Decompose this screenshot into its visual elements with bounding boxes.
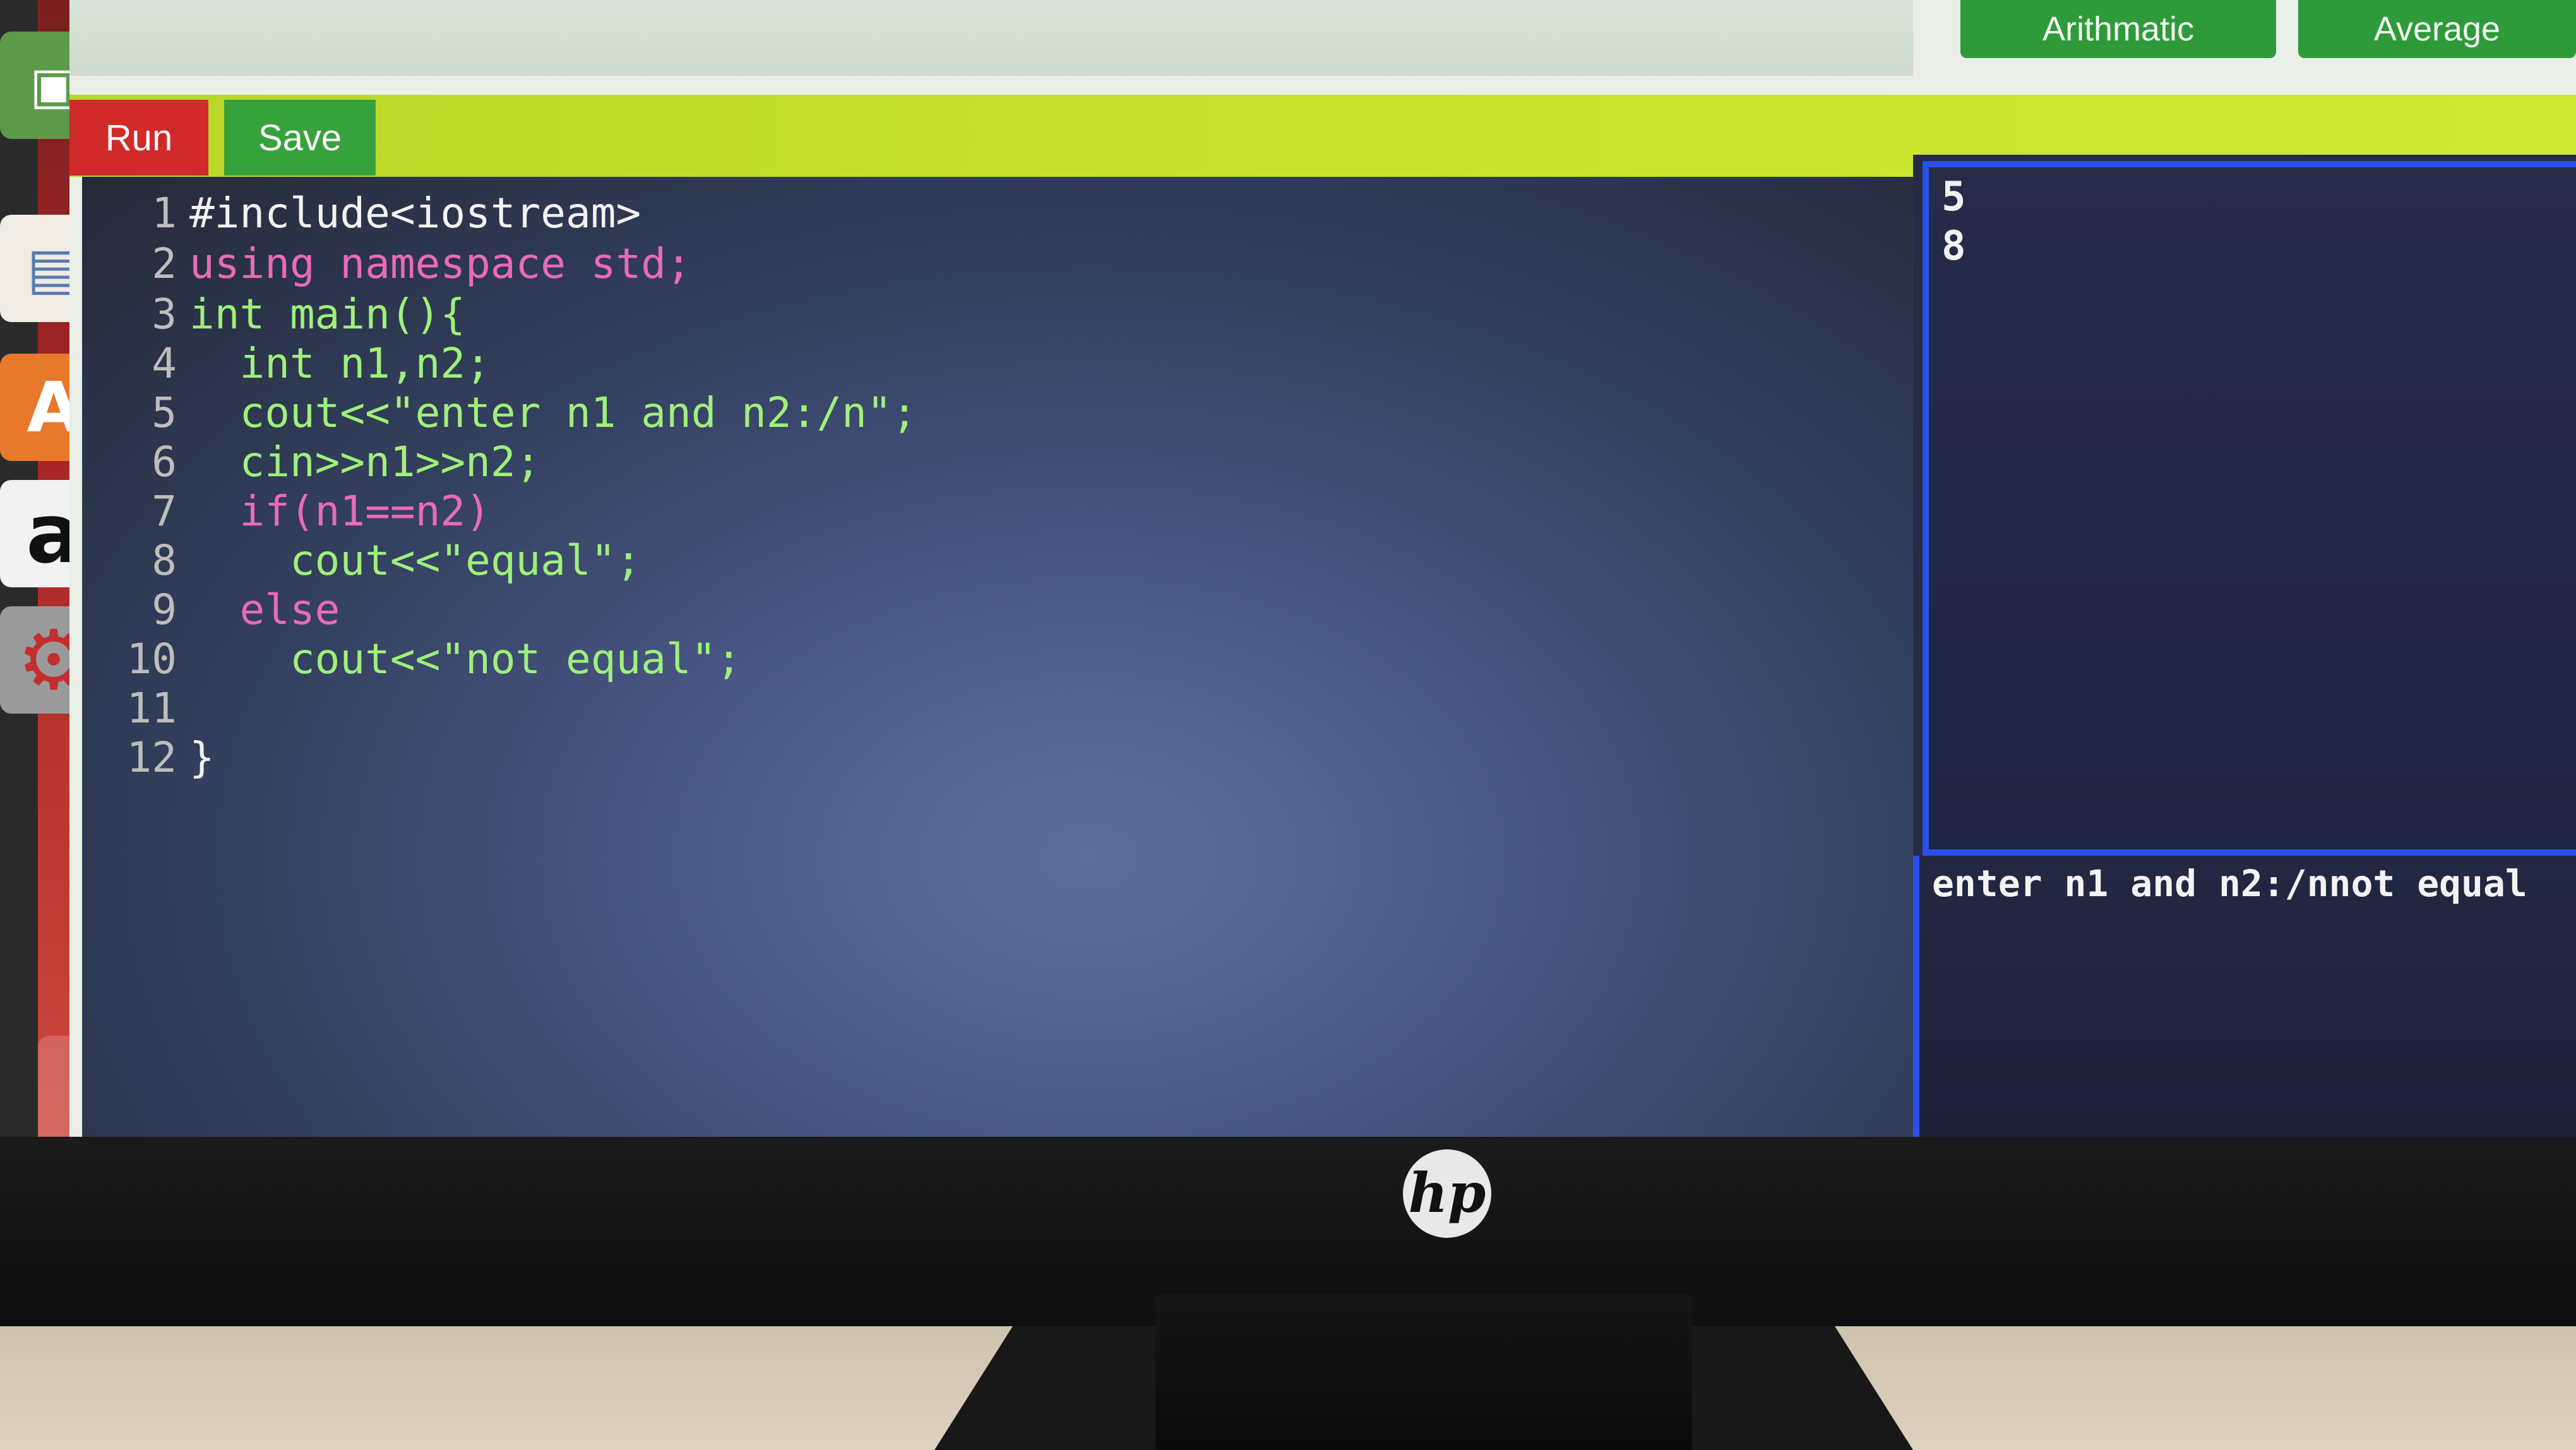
output-text: enter n1 and n2:/nnot equal — [1932, 862, 2527, 905]
line-number: 7 — [152, 487, 177, 536]
input-pane[interactable]: 5 8 — [1923, 161, 2576, 857]
code-line: 3 int main(){ — [126, 291, 465, 339]
code-text: cout<<"equal"; — [189, 536, 641, 585]
code-text: #include<iostream> — [189, 189, 641, 237]
line-number: 4 — [152, 339, 177, 388]
code-line: 9 else — [126, 586, 340, 634]
run-button[interactable]: Run — [69, 100, 208, 176]
code-line: 11 — [126, 685, 189, 733]
line-number: 5 — [152, 388, 177, 437]
code-text: int n1,n2; — [189, 339, 491, 388]
code-line: 4 int n1,n2; — [126, 340, 491, 388]
photo-scene: ▣ ▤ A a ⚙ ▯ Arithmatic Average Run Save … — [0, 0, 2576, 1450]
arithmatic-button[interactable]: Arithmatic — [1960, 0, 2276, 58]
code-text: cout<<"enter n1 and n2:/n"; — [189, 388, 917, 437]
hp-logo: hp — [1403, 1149, 1491, 1238]
code-text: cin>>n1>>n2; — [189, 438, 541, 486]
save-button[interactable]: Save — [224, 100, 376, 176]
line-number: 10 — [126, 635, 177, 683]
line-number: 11 — [126, 684, 177, 733]
code-line: 6 cin>>n1>>n2; — [126, 438, 540, 486]
compiler-app: Arithmatic Average Run Save 1 #include<io… — [69, 0, 2576, 1149]
code-line: 8 cout<<"equal"; — [126, 537, 641, 585]
line-number: 1 — [152, 189, 177, 237]
code-line: 10 cout<<"not equal"; — [126, 635, 742, 683]
io-panel: 5 8 enter n1 and n2:/nnot equal — [1913, 155, 2576, 1149]
line-number: 3 — [152, 290, 177, 339]
code-line: 5 cout<<"enter n1 and n2:/n"; — [126, 389, 917, 437]
monitor-screen: ▣ ▤ A a ⚙ ▯ Arithmatic Average Run Save … — [0, 0, 2576, 1149]
code-line: 12} — [126, 734, 215, 782]
code-text: int main(){ — [189, 290, 466, 339]
line-number: 2 — [152, 239, 177, 288]
code-editor[interactable]: 1 #include<iostream> 2 using namespace std… — [82, 177, 1913, 1149]
code-line: 1 #include<iostream> — [126, 189, 641, 237]
line-number: 6 — [152, 438, 177, 486]
code-text: } — [189, 733, 215, 782]
monitor-stand — [1155, 1295, 1692, 1450]
code-text: else — [189, 585, 340, 634]
code-line: 7 if(n1==n2) — [126, 488, 491, 536]
input-line: 5 — [1941, 174, 1966, 220]
input-line: 8 — [1941, 223, 1966, 270]
line-number: 12 — [126, 733, 177, 782]
code-line: 2 using namespace std; — [126, 240, 691, 288]
code-text: if(n1==n2) — [189, 487, 491, 536]
line-number: 8 — [152, 536, 177, 585]
code-text: cout<<"not equal"; — [189, 635, 742, 683]
code-text: using namespace std; — [189, 239, 691, 288]
average-button[interactable]: Average — [2298, 0, 2576, 58]
output-pane: enter n1 and n2:/nnot equal — [1913, 856, 2576, 1149]
top-bar — [69, 0, 1913, 76]
line-number: 9 — [152, 585, 177, 634]
